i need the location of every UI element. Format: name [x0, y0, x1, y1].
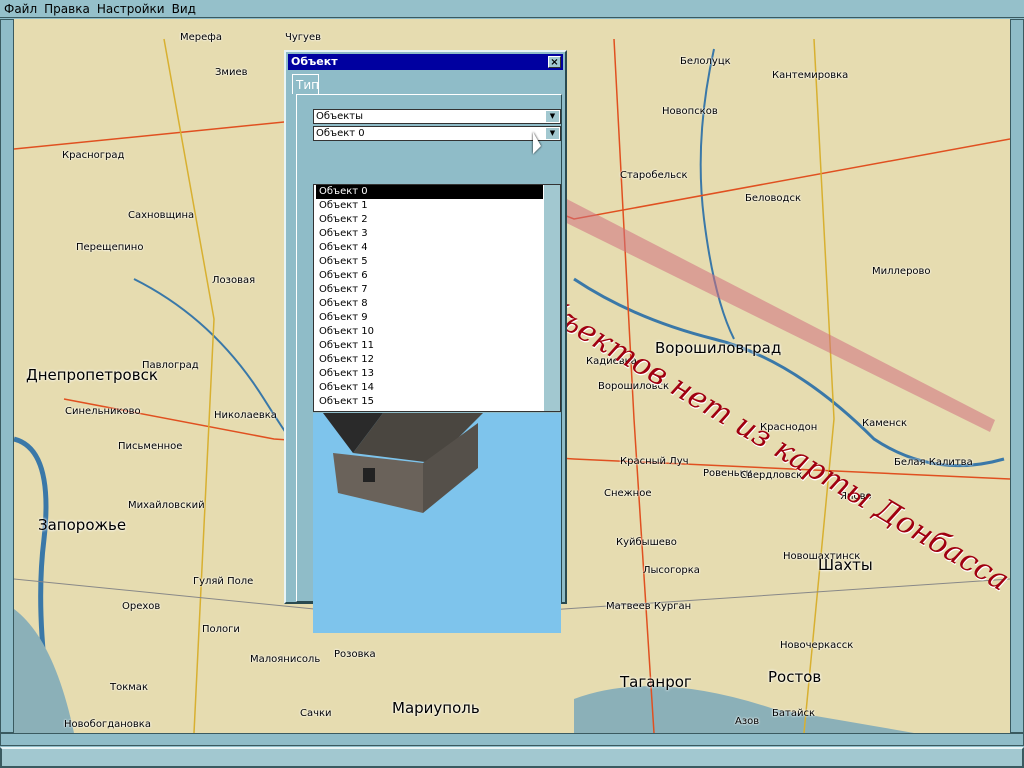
chevron-down-icon[interactable]: ▼ — [546, 111, 559, 122]
list-item[interactable]: Объект 9 — [316, 311, 543, 325]
category-value: Объекты — [316, 111, 364, 122]
list-item[interactable]: Объект 5 — [316, 255, 543, 269]
list-scrollbar[interactable] — [544, 185, 560, 411]
close-button[interactable]: × — [548, 56, 561, 68]
list-item[interactable]: Объект 1 — [316, 199, 543, 213]
tab-type[interactable]: Тип — [292, 74, 319, 94]
list-item[interactable]: Объект 2 — [316, 213, 543, 227]
list-item[interactable]: Объект 0 — [316, 185, 543, 199]
list-item[interactable]: Объект 13 — [316, 367, 543, 381]
object-dropdown-list[interactable]: Объект 0 Объект 1 Объект 2 Объект 3 Объект 4… — [313, 184, 561, 412]
dialog-title: Объект — [291, 55, 338, 68]
list-item[interactable]: Объект 3 — [316, 227, 543, 241]
object-value: Объект 0 — [316, 128, 365, 139]
category-select[interactable]: Объекты ▼ — [313, 109, 561, 124]
list-item[interactable]: Объект 7 — [316, 283, 543, 297]
house-model-image — [323, 413, 483, 513]
object-select[interactable]: Объект 0 ▼ — [313, 126, 561, 141]
object-dialog: Объект × Тип Объекты ▼ Объект 0 ▼ Объект 0… — [284, 50, 567, 633]
list-item[interactable]: Объект 15 — [316, 395, 543, 409]
dialog-title-bar[interactable]: Объект × — [288, 54, 563, 70]
list-item[interactable]: Объект 4 — [316, 241, 543, 255]
list-item[interactable]: Объект 14 — [316, 381, 543, 395]
list-item[interactable]: Объект 12 — [316, 353, 543, 367]
mouse-cursor-icon — [533, 132, 541, 154]
list-item[interactable]: Объект 11 — [316, 339, 543, 353]
list-item[interactable]: Объект 6 — [316, 269, 543, 283]
object-preview — [313, 413, 561, 633]
list-item[interactable]: Объект 10 — [316, 325, 543, 339]
list-item[interactable]: Объект 8 — [316, 297, 543, 311]
tab-panel: Объекты ▼ Объект 0 ▼ Объект 0 Объект 1 Объек… — [296, 94, 562, 633]
chevron-down-icon[interactable]: ▼ — [546, 128, 559, 139]
